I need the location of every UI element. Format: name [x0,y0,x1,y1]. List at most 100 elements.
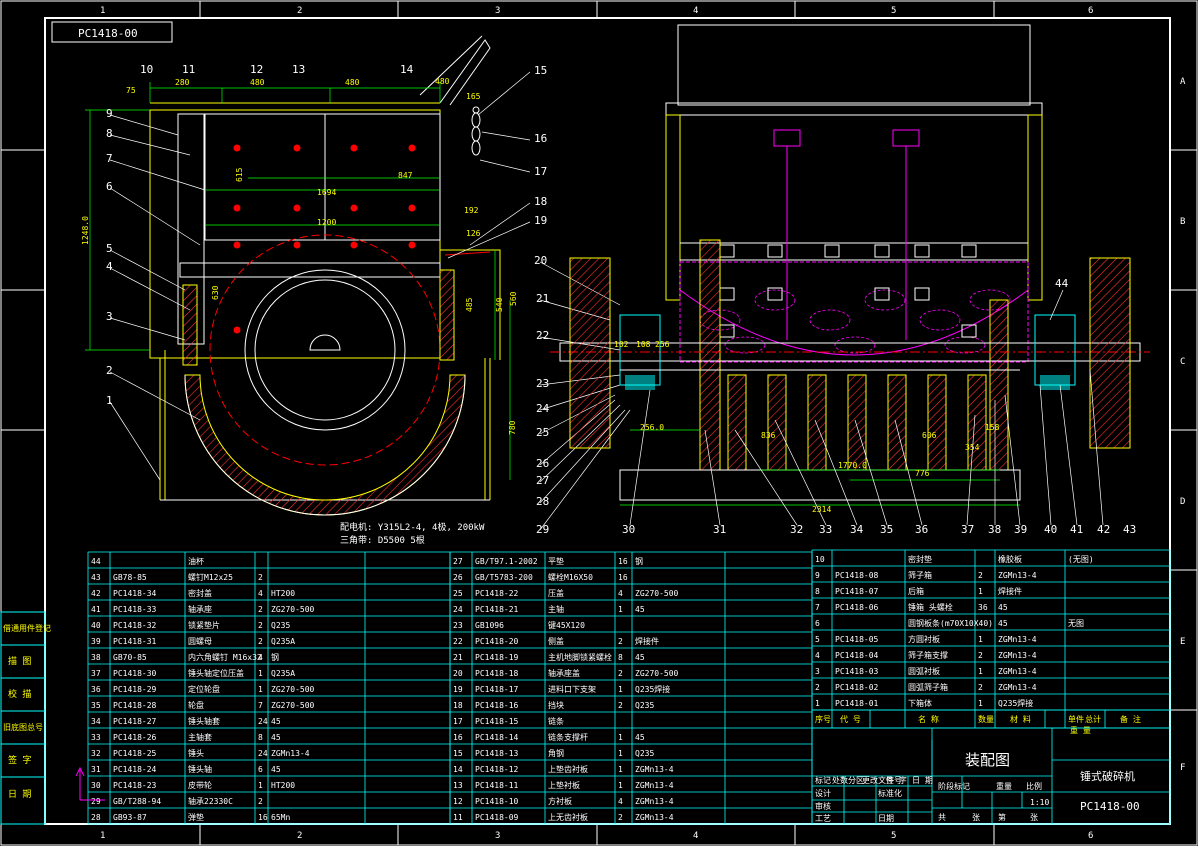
bom-left-row-37-col-4: Q235A [271,669,295,678]
bom-mid-row-25-col-1: PC1418-22 [475,589,519,598]
bom-mid-row-26-col-3: 16 [618,573,628,582]
tb-stage: 阶段标记 [938,781,970,791]
bom-mid-row-24-col-3: 1 [618,605,623,614]
bom-mid-row-18-col-4: Q235 [635,701,654,710]
bom-mid-row-20-col-4: ZG270-500 [635,669,679,678]
bom-mid-row-21-col-4: 45 [635,653,645,662]
bom-right-row-7-col-0: 7 [815,603,820,612]
balloon-17: 17 [534,165,547,178]
balloon-42: 42 [1097,523,1110,536]
bom-left-row-42-col-3: 4 [258,589,263,598]
bom-mid-row-14-col-3: 1 [618,765,623,774]
side-label-3: 旧底图总号 [3,722,43,732]
balloon-21: 21 [536,292,549,305]
tb-process: 工艺 [815,814,831,823]
bom-left-row-30-col-0: 30 [91,781,101,790]
bom-right-row-10-col-2: 密封垫 [908,554,932,564]
bom-left-row-34-col-4: 45 [271,717,281,726]
bom-left-row-35-col-4: ZG270-500 [271,701,315,710]
bom-left-row-31-col-2: 锤头轴 [188,764,212,774]
bom-mid-row-17-col-1: PC1418-15 [475,717,519,726]
bom-right-row-5-col-1: PC1418-05 [835,635,879,644]
bom-left-row-43-col-3: 2 [258,573,263,582]
balloon-3: 3 [106,310,113,323]
dim-102: 102 [614,340,629,349]
bom-mid-row-12-col-3: 4 [618,797,623,806]
bom-left-row-33-col-1: PC1418-26 [113,733,157,742]
bom-mid-row-25-col-4: ZG270-500 [635,589,679,598]
bom-mid-row-19-col-4: Q235焊接 [635,684,670,694]
bom-mid-row-20-col-3: 2 [618,669,623,678]
balloon-13: 13 [292,63,305,76]
code-stamp-text: PC1418-00 [78,27,138,40]
bom-header-5: 单件 [1068,714,1084,724]
dim-847: 847 [398,171,413,180]
bom-mid-row-12-col-1: PC1418-10 [475,797,519,806]
balloon-27: 27 [536,474,549,487]
dim-1200: 1200 [317,218,336,227]
bom-mid-row-27-col-2: 平垫 [548,556,564,566]
bom-left-row-30-col-1: PC1418-23 [113,781,157,790]
grid-col-4: 4 [693,6,698,16]
bom-left-row-35-col-1: PC1418-28 [113,701,157,710]
dim-560: 560 [509,291,518,306]
bom-left-row-40-col-2: 锁紧垫片 [188,620,220,630]
bom-mid-row-22-col-0: 22 [453,637,463,646]
bom-left-row-38-col-4: 钢 [271,652,279,662]
bom-mid-row-27-col-4: 钢 [635,556,643,566]
bom-mid-row-24-col-4: 45 [635,605,645,614]
dim-540: 540 [495,297,504,312]
bom-mid-row-26-col-0: 26 [453,573,463,582]
bom-left-row-30-col-3: 1 [258,781,263,790]
balloon-35: 35 [880,523,893,536]
bom-left-row-36-col-0: 36 [91,685,101,694]
bom-right-row-4-col-4: ZGMn13-4 [998,651,1037,660]
bom-mid-row-12-col-4: ZGMn13-4 [635,797,674,806]
bom-mid-row-20-col-2: 轴承座盖 [548,668,580,678]
drawing-title: 装配图 [965,751,1010,769]
balloon-10: 10 [140,63,153,76]
grid-row-d: D [1180,497,1185,507]
bom-left-row-43-col-1: GB78-85 [113,573,147,582]
balloon-40: 40 [1044,523,1057,536]
assembly-drawing: 1 2 3 4 5 6 1 2 3 4 5 6 A B C D E F PC14… [0,0,1198,846]
balloon-20: 20 [534,254,547,267]
bom-right-row-3-col-4: ZGMn13-4 [998,667,1037,676]
dim-485: 485 [465,297,474,312]
bom-left-row-38-col-2: 内六角螺钉 M16x32 [188,652,262,662]
balloon-5: 5 [106,242,113,255]
dim-158: 158 [985,423,1000,432]
bom-right-row-3-col-0: 3 [815,667,820,676]
tb-sheet-no: 第 [998,812,1006,822]
balloon-23: 23 [536,377,549,390]
bom-left-row-33-col-2: 主轴套 [188,732,212,742]
dim-480-c: 480 [435,77,450,86]
bom-table-text: 44 油杯43 GB78-85 螺钉M12x25 242 PC1418-34 密封盖 4 HT2… [91,554,1141,822]
bom-left-row-30-col-2: 皮带轮 [188,780,212,790]
tb-sheets-a: 张 [972,813,980,822]
bom-left-row-31-col-1: PC1418-24 [113,765,157,774]
bom-header-3: 数量 [978,714,994,724]
bom-mid-row-24-col-1: PC1418-21 [475,605,519,614]
balloon-8: 8 [106,127,113,140]
side-label-5: 日 期 [8,789,31,800]
bom-right-row-2-col-1: PC1418-02 [835,683,879,692]
bom-right-row-2-col-2: 圆弧筛子箱 [908,682,948,692]
tb-mark: 标记 [815,775,831,785]
bom-left-row-36-col-3: 1 [258,685,263,694]
bom-right-row-8-col-4: 焊接件 [998,586,1022,596]
bom-left-row-32-col-1: PC1418-25 [113,749,157,758]
grid-col-2-bottom: 2 [297,831,302,841]
balloon-41: 41 [1070,523,1083,536]
bom-right-row-7-col-2: 锤箱 头螺栓 [908,602,953,612]
bom-mid-row-16-col-3: 1 [618,733,623,742]
bom-mid-row-22-col-2: 侧盖 [548,636,564,646]
bom-left-row-42-col-0: 42 [91,589,101,598]
grid-row-c: C [1180,357,1185,367]
bom-right-row-4-col-2: 筛子箱支撑 [908,650,948,660]
bom-mid-row-25-col-0: 25 [453,589,463,598]
bom-mid-row-24-col-2: 主轴 [548,604,564,614]
bom-right-row-6-col-0: 6 [815,619,820,628]
bom-left-row-34-col-2: 锤头轴套 [188,716,220,726]
bom-mid-row-15-col-0: 15 [453,749,463,758]
